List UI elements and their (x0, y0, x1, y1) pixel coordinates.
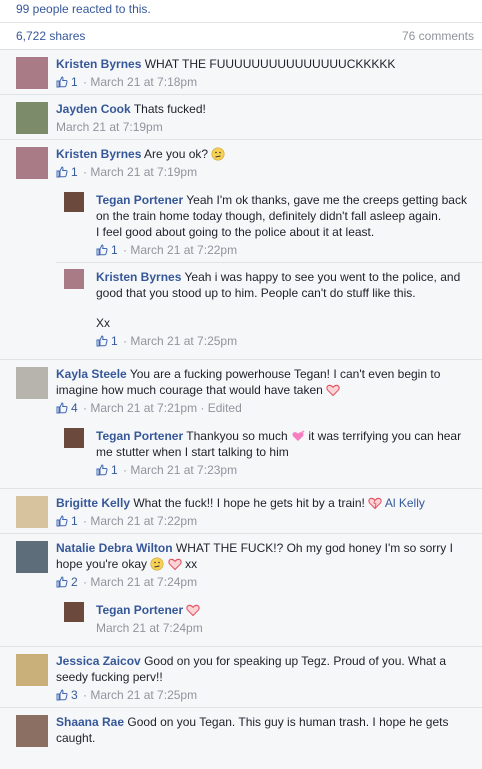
comment-meta: 1 · March 21 at 7:22pm (96, 242, 474, 258)
heart-icon (168, 558, 182, 571)
comment-author[interactable]: Shaana Rae (56, 715, 124, 729)
comment-meta: March 21 at 7:19pm (56, 119, 474, 135)
stats-bar: 6,722 shares 76 comments (0, 22, 482, 49)
comment-meta: 4 · March 21 at 7:21pm · Edited (56, 400, 474, 416)
comment-text-line2: I feel good about going to the police ab… (96, 225, 375, 239)
like-count[interactable]: 1 (111, 333, 118, 349)
reply: Tegan Portener Thankyou so much it was t… (56, 422, 482, 482)
like-thumb-icon[interactable] (96, 335, 108, 347)
like-thumb-icon[interactable] (56, 515, 68, 527)
avatar[interactable] (16, 654, 48, 686)
heart-icon (186, 604, 201, 617)
comment-time[interactable]: March 21 at 7:22pm (130, 242, 237, 258)
comment-time[interactable]: March 21 at 7:24pm (90, 574, 197, 590)
comment-list: Kristen Byrnes WHAT THE FUUUUUUUUUUUUUUU… (0, 49, 482, 750)
comment-text-line2: Xx (96, 316, 111, 330)
confused-face-icon (211, 147, 225, 161)
like-count[interactable]: 4 (71, 400, 78, 416)
comment-time[interactable]: March 21 at 7:21pm · Edited (90, 400, 241, 416)
comment: Jessica Zaicov Good on you for speaking … (0, 646, 482, 707)
avatar[interactable] (16, 541, 48, 573)
comment: Natalie Debra Wilton WHAT THE FUCK!? Oh … (0, 533, 482, 592)
comment-time[interactable]: March 21 at 7:23pm (130, 462, 237, 478)
like-thumb-icon[interactable] (96, 244, 108, 256)
comment-time[interactable]: March 21 at 7:25pm (130, 333, 237, 349)
comment-author[interactable]: Tegan Portener (96, 429, 183, 443)
comment-meta: 2 · March 21 at 7:24pm (56, 574, 474, 590)
avatar[interactable] (16, 57, 48, 89)
comment: Shaana Rae Good on you Tegan. This guy i… (0, 707, 482, 750)
comment-time[interactable]: March 21 at 7:25pm (90, 687, 197, 703)
comment-time[interactable]: March 21 at 7:19pm (90, 164, 197, 180)
comment-author[interactable]: Tegan Portener (96, 193, 183, 207)
like-thumb-icon[interactable] (96, 464, 108, 476)
avatar[interactable] (16, 102, 48, 134)
comment-text: Thats fucked! (133, 102, 206, 116)
comment-text: Thankyou so much (186, 429, 288, 443)
avatar[interactable] (64, 192, 84, 212)
avatar[interactable] (64, 269, 84, 289)
reactions-summary: 99 people reacted to this. (0, 0, 482, 22)
avatar[interactable] (16, 496, 48, 528)
comment-author[interactable]: Tegan Portener (96, 603, 183, 617)
comment-author[interactable]: Kristen Byrnes (96, 270, 181, 284)
avatar[interactable] (16, 367, 48, 399)
like-thumb-icon[interactable] (56, 76, 68, 88)
shares-link[interactable]: 6,722 shares (16, 29, 85, 43)
reactions-link[interactable]: 99 people reacted to this. (16, 2, 151, 16)
like-thumb-icon[interactable] (56, 689, 68, 701)
like-thumb-icon[interactable] (56, 576, 68, 588)
comment-author[interactable]: Kristen Byrnes (56, 57, 141, 71)
comment-time[interactable]: March 21 at 7:18pm (90, 74, 197, 90)
avatar[interactable] (16, 715, 48, 747)
avatar[interactable] (64, 602, 84, 622)
comment-text: WHAT THE FUUUUUUUUUUUUUUUCKKKKK (144, 57, 396, 71)
comment-time[interactable]: March 21 at 7:22pm (90, 513, 197, 529)
like-thumb-icon[interactable] (56, 402, 68, 414)
comment: Brigitte Kelly What the fuck!! I hope he… (0, 488, 482, 533)
comment: Kristen Byrnes Are you ok? 1 · March 21 … (0, 139, 482, 182)
tagged-user-link[interactable]: Al Kelly (385, 496, 425, 510)
comment-meta: 3 · March 21 at 7:25pm (56, 687, 474, 703)
comment-meta: March 21 at 7:24pm (96, 620, 474, 636)
comment-text: Are you ok? (144, 147, 209, 161)
like-count[interactable]: 1 (71, 513, 78, 529)
like-count[interactable]: 2 (71, 574, 78, 590)
comment: Jayden Cook Thats fucked! March 21 at 7:… (0, 94, 482, 139)
like-count[interactable]: 1 (71, 164, 78, 180)
like-count[interactable]: 1 (71, 74, 78, 90)
comment-author[interactable]: Brigitte Kelly (56, 496, 130, 510)
comment-meta: 1 · March 21 at 7:23pm (96, 462, 474, 478)
like-count[interactable]: 3 (71, 687, 78, 703)
comment-author[interactable]: Jessica Zaicov (56, 654, 141, 668)
reply: Tegan Portener March 21 at 7:24pm (56, 596, 482, 640)
comment-time[interactable]: March 21 at 7:24pm (96, 620, 203, 636)
comment-time[interactable]: March 21 at 7:19pm (56, 119, 163, 135)
comment-meta: 1 · March 21 at 7:25pm (96, 333, 474, 349)
reply: Kristen Byrnes Yeah i was happy to see y… (56, 262, 482, 353)
comment-author[interactable]: Jayden Cook (56, 102, 131, 116)
comment: Kayla Steele You are a fucking powerhous… (0, 359, 482, 418)
avatar[interactable] (16, 147, 48, 179)
comment-text-cont: xx (185, 557, 198, 571)
heartbreak-icon (368, 497, 382, 510)
comment-author[interactable]: Kristen Byrnes (56, 147, 141, 161)
confused-face-icon (150, 557, 164, 571)
like-count[interactable]: 1 (111, 242, 118, 258)
comment-meta: 1 · March 21 at 7:18pm (56, 74, 474, 90)
comment-meta: 1 · March 21 at 7:22pm (56, 513, 474, 529)
comment-meta: 1 · March 21 at 7:19pm (56, 164, 474, 180)
like-thumb-icon[interactable] (56, 166, 68, 178)
reply: Tegan Portener Yeah I'm ok thanks, gave … (56, 186, 482, 262)
comments-count[interactable]: 76 comments (402, 29, 474, 43)
comment-author[interactable]: Natalie Debra Wilton (56, 541, 173, 555)
comment-author[interactable]: Kayla Steele (56, 367, 127, 381)
heart-icon (326, 384, 340, 397)
comment: Kristen Byrnes WHAT THE FUUUUUUUUUUUUUUU… (0, 49, 482, 94)
comment-text: What the fuck!! I hope he gets hit by a … (133, 496, 365, 510)
avatar[interactable] (64, 428, 84, 448)
like-count[interactable]: 1 (111, 462, 118, 478)
sparkling-heart-icon (292, 430, 305, 441)
